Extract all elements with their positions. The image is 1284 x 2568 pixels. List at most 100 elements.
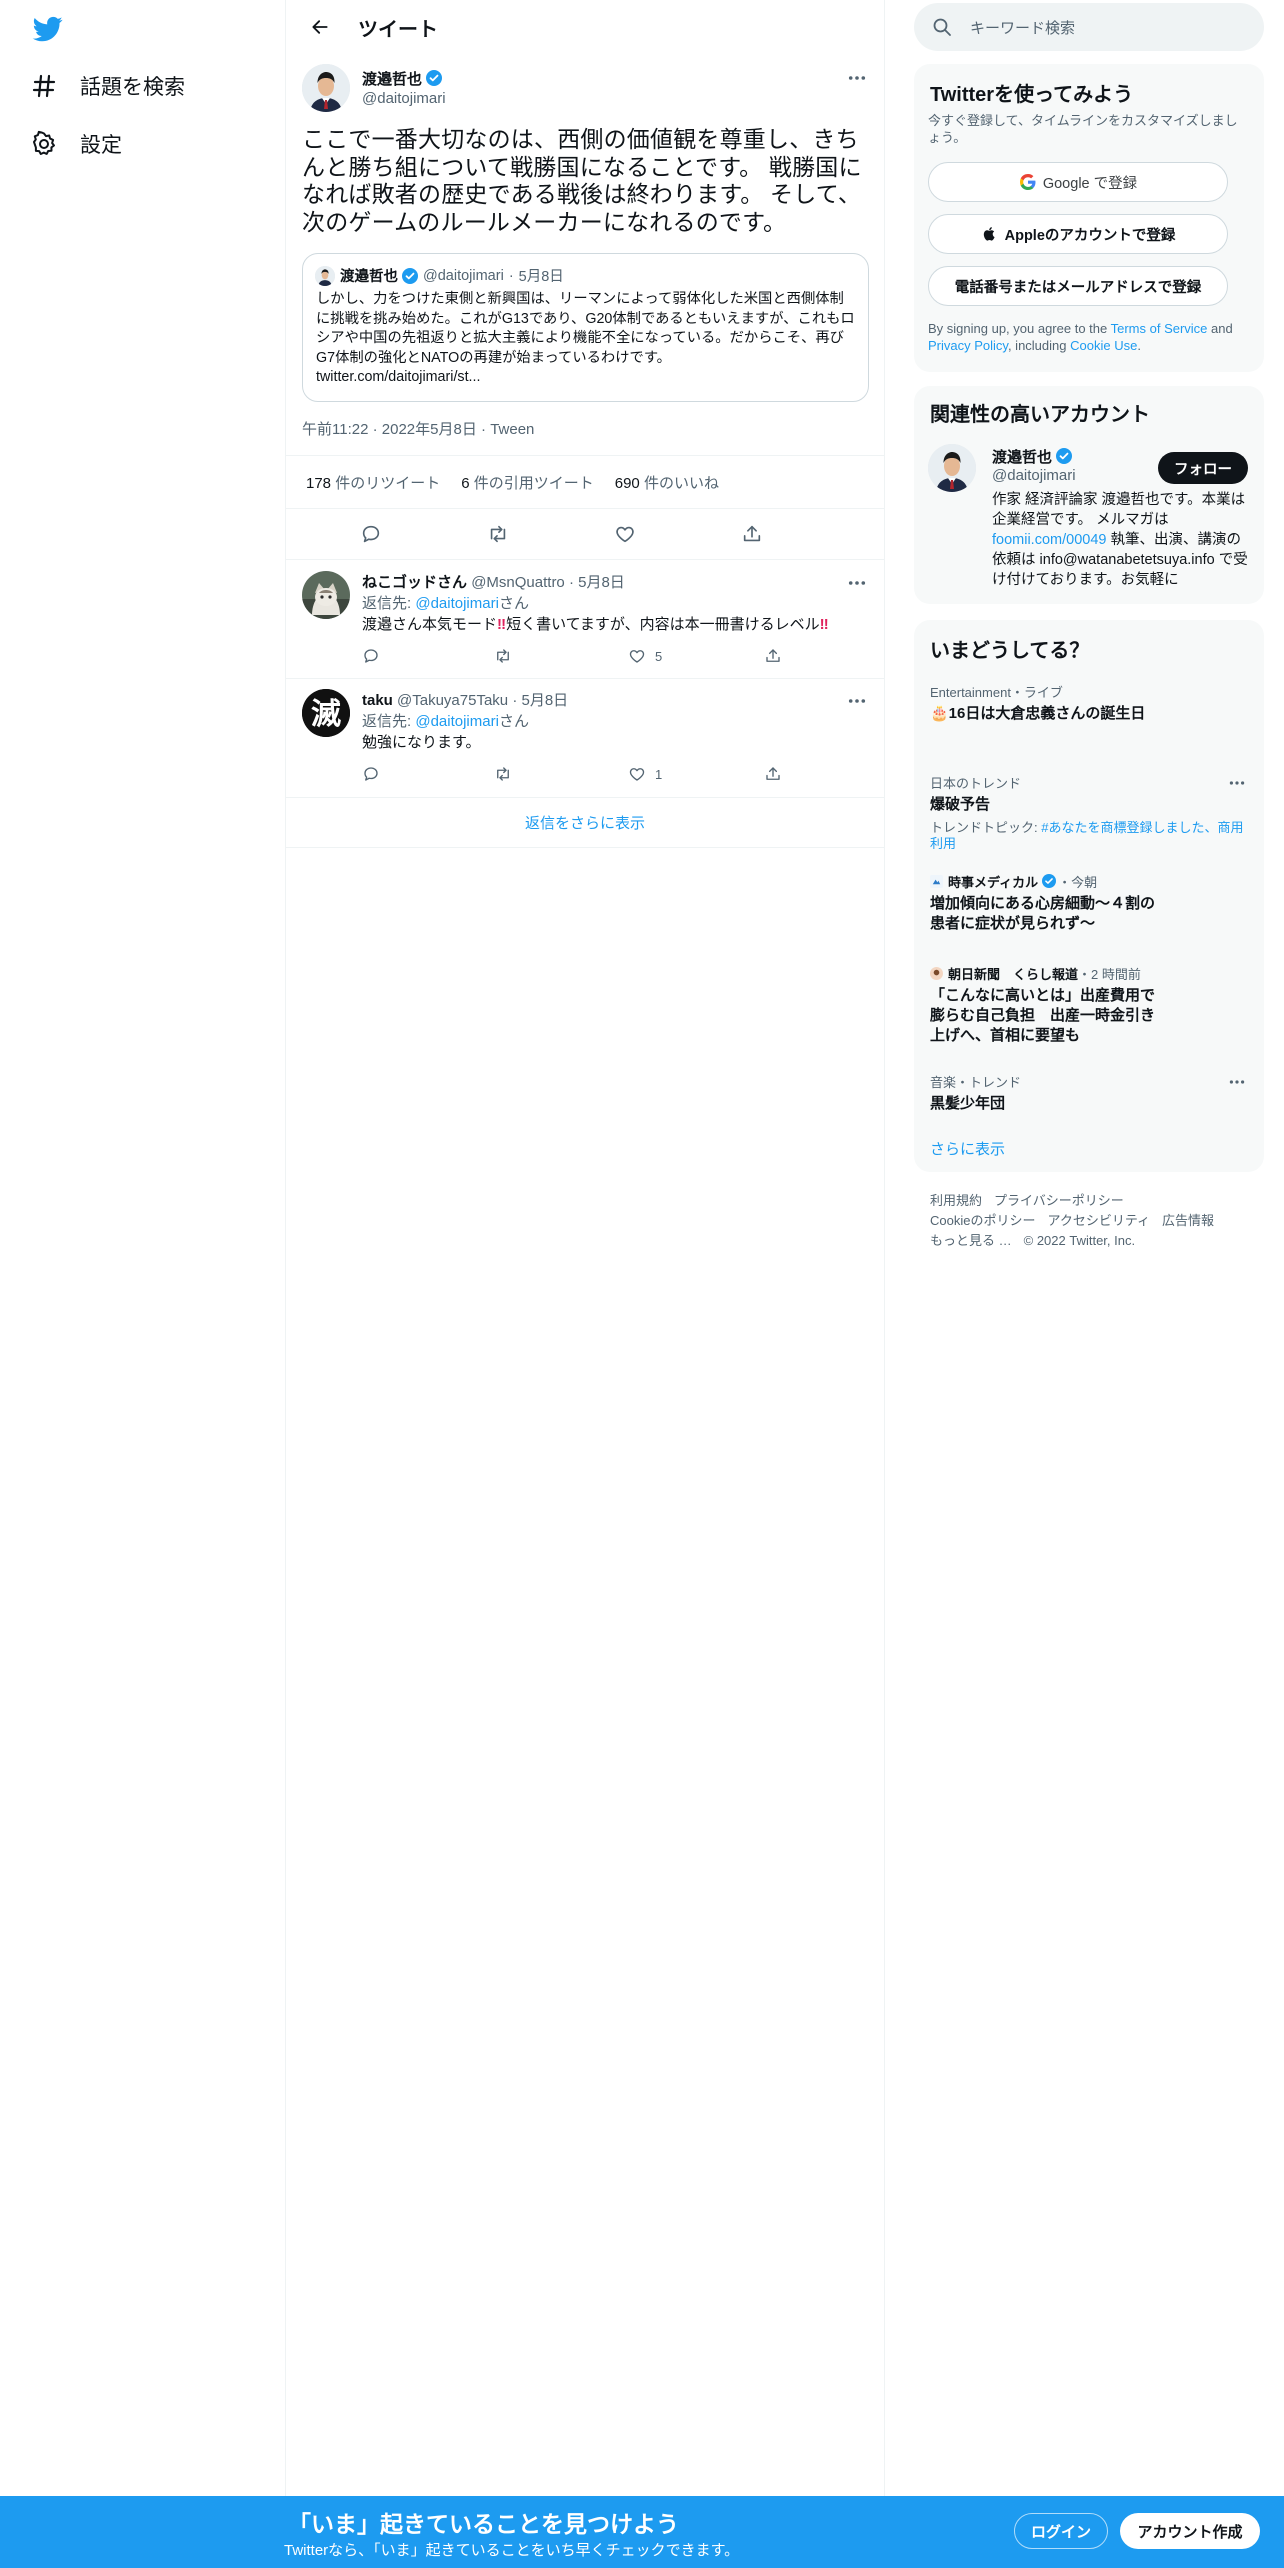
phone-email-signup-button[interactable]: 電話番号またはメールアドレスで登録: [928, 266, 1228, 306]
reply-to-mention[interactable]: @daitojimari: [415, 595, 499, 612]
reply-date[interactable]: 5月8日: [521, 692, 568, 709]
apple-icon: [981, 225, 999, 243]
share-button[interactable]: [735, 517, 769, 551]
news-source-icon: [930, 967, 943, 980]
twitter-logo-icon[interactable]: [32, 14, 64, 44]
reply-button[interactable]: [362, 763, 380, 785]
verified-badge-icon: [426, 70, 443, 86]
google-icon: [1019, 173, 1037, 191]
related-account-name[interactable]: 渡邉哲也: [992, 446, 1073, 467]
share-button[interactable]: [764, 763, 782, 785]
related-title: 関連性の高いアカウント: [930, 404, 1150, 426]
hashtag-icon: [30, 72, 58, 100]
avatar[interactable]: [928, 444, 976, 492]
quoted-date: 5月8日: [518, 269, 564, 285]
footer-link-cookies[interactable]: Cookieのポリシー: [930, 1213, 1035, 1228]
signup-title: Twitterを使ってみよう: [930, 84, 1134, 106]
reply-author-handle[interactable]: @MsnQuattro: [471, 574, 565, 591]
tweet-text: ここで一番大切なのは、西側の価値観を尊重し、きちんと勝ち組について戦勝国になるこ…: [302, 126, 862, 235]
google-signup-button[interactable]: Google で登録: [928, 162, 1228, 202]
create-account-button[interactable]: アカウント作成: [1120, 2513, 1260, 2549]
trend-item[interactable]: Entertainment・ライブ 🎂16日は大倉忠義さんの誕生日: [930, 682, 1250, 724]
separator-dot: ·: [508, 267, 514, 284]
footer-link-ads[interactable]: 広告情報: [1162, 1213, 1214, 1228]
footer-link-privacy[interactable]: プライバシーポリシー: [994, 1193, 1124, 1208]
quoted-link[interactable]: twitter.com/daitojimari/st...: [316, 369, 480, 385]
reply-to-mention[interactable]: @daitojimari: [415, 713, 499, 730]
footer-link-terms[interactable]: 利用規約: [930, 1193, 982, 1208]
reply-author-handle[interactable]: @Takuya75Taku: [397, 692, 508, 709]
heart-icon: [628, 647, 646, 665]
nav-label-settings: 設定: [80, 134, 122, 157]
footer-link-more[interactable]: もっと見る …: [930, 1233, 1012, 1248]
retweet-count[interactable]: 178 件のリツイート: [306, 472, 440, 493]
more-options-button[interactable]: [1224, 773, 1250, 793]
reply-button[interactable]: [354, 517, 388, 551]
more-options-button[interactable]: [842, 689, 872, 713]
reply-tweet[interactable]: ねこゴッドさん @MsnQuattro · 5月8日 返信先: @daitoji…: [286, 561, 884, 679]
like-count: 1: [655, 766, 663, 782]
trends-card: いまどうしてる？ Entertainment・ライブ 🎂16日は大倉忠義さんの誕…: [914, 620, 1264, 1172]
tweet-date[interactable]: 2022年5月8日: [382, 421, 477, 438]
news-time: ・今朝: [1058, 875, 1098, 890]
bio-link[interactable]: foomii.com/00049: [992, 532, 1106, 548]
reply-to-line: 返信先: @daitojimariさん: [362, 595, 529, 612]
reply-button[interactable]: [362, 645, 380, 667]
like-button[interactable]: 5: [628, 645, 662, 667]
quote-count[interactable]: 6 件の引用ツイート: [461, 472, 594, 493]
reply-author-name[interactable]: ねこゴッドさん: [362, 574, 467, 591]
left-nav: 話題を検索 設定: [0, 0, 286, 2500]
double-exclamation-icon: ‼: [497, 616, 507, 633]
search-input[interactable]: キーワード検索: [914, 3, 1264, 51]
apple-signup-button[interactable]: Appleのアカウントで登録: [928, 214, 1228, 254]
reply-text: 渡邉さん本気モード‼短く書いてますが、内容は本一冊書けるレベル‼: [362, 616, 829, 633]
more-options-button[interactable]: [842, 66, 872, 90]
more-options-button[interactable]: [842, 571, 872, 595]
copyright: © 2022 Twitter, Inc.: [1023, 1233, 1136, 1248]
retweet-button[interactable]: [481, 517, 515, 551]
reply-to-line: 返信先: @daitojimariさん: [362, 713, 529, 730]
phone-email-signup-label: 電話番号またはメールアドレスで登録: [954, 279, 1202, 296]
related-account-handle[interactable]: @daitojimari: [992, 467, 1076, 484]
reply-date[interactable]: 5月8日: [578, 574, 625, 591]
separator-dot: ·: [568, 574, 574, 591]
tweet-time[interactable]: 午前11:22: [302, 421, 368, 438]
reply-author-name[interactable]: taku: [362, 692, 393, 709]
retweet-button[interactable]: [494, 763, 512, 785]
quoted-tweet[interactable]: 渡邉哲也 @daitojimari · 5月8日 しかし、力をつけた東側と新興国…: [302, 253, 869, 402]
follow-button[interactable]: フォロー: [1158, 452, 1248, 484]
tweet-timestamp: 午前11:22 · 2022年5月8日 · Tween: [302, 421, 535, 438]
search-icon: [932, 17, 952, 37]
terms-of-service-link[interactable]: Terms of Service: [1111, 321, 1208, 336]
back-button[interactable]: [302, 9, 338, 45]
reply-tweet[interactable]: 滅 taku @Takuya75Taku · 5月8日 返信先: @daitoj…: [286, 679, 884, 798]
trend-meta: 音楽・トレンド: [930, 1075, 1022, 1090]
footer-link-accessibility[interactable]: アクセシビリティ: [1047, 1213, 1150, 1228]
avatar[interactable]: 滅: [302, 689, 350, 737]
more-options-button[interactable]: [1224, 1072, 1250, 1092]
cookie-use-link[interactable]: Cookie Use: [1070, 338, 1137, 353]
show-more-trends-link[interactable]: さらに表示: [930, 1138, 1005, 1159]
avatar[interactable]: [302, 64, 350, 112]
avatar: [315, 265, 335, 286]
like-button[interactable]: 1: [628, 763, 662, 785]
news-item[interactable]: 朝日新聞 くらし報道 ・2 時間前 「こんなに高いとは」出産費用で膨らむ自己負担…: [930, 964, 1250, 1046]
show-more-replies-link[interactable]: 返信をさらに表示: [286, 798, 884, 848]
nav-item-settings[interactable]: 設定: [30, 120, 122, 168]
arrow-left-icon: [310, 17, 330, 37]
like-count[interactable]: 690 件のいいね: [615, 472, 719, 493]
share-button[interactable]: [764, 645, 782, 667]
like-button[interactable]: [608, 517, 642, 551]
avatar[interactable]: [302, 571, 350, 619]
trend-item[interactable]: 日本のトレンド 爆破予告 トレンドトピック: #あなたを商標登録しました、商用利…: [930, 773, 1250, 852]
retweet-button[interactable]: [494, 645, 512, 667]
author-handle[interactable]: @daitojimari: [362, 90, 446, 107]
more-dots-icon: [848, 75, 866, 81]
privacy-policy-link[interactable]: Privacy Policy: [928, 338, 1008, 353]
trend-item[interactable]: 音楽・トレンド 黒髪少年団: [930, 1072, 1250, 1114]
share-icon: [764, 765, 782, 783]
author-name[interactable]: 渡邉哲也: [362, 68, 443, 89]
news-item[interactable]: 時事メディカル ・今朝 増加傾向にある心房細動～４割の患者に症状が見られず～: [930, 872, 1250, 934]
login-button[interactable]: ログイン: [1014, 2513, 1108, 2549]
nav-item-explore[interactable]: 話題を検索: [30, 62, 185, 110]
